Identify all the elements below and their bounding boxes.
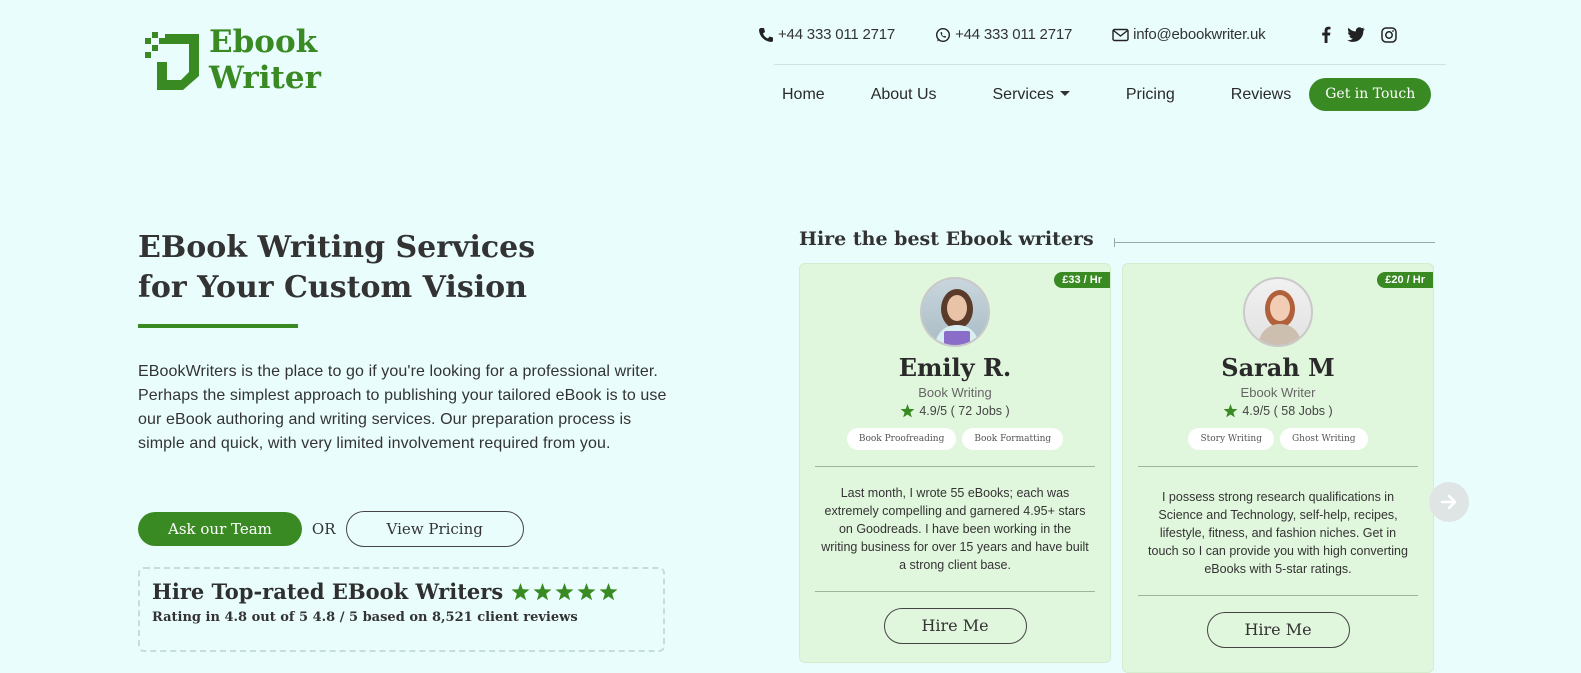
- nav-pricing[interactable]: Pricing: [1126, 86, 1175, 104]
- skill-tag: Book Proofreading: [846, 428, 957, 450]
- hero-title-line2: for Your Custom Vision: [138, 270, 527, 305]
- writer-role: Ebook Writer: [1240, 385, 1316, 400]
- phone-icon: [759, 27, 773, 42]
- writers-heading: Hire the best Ebook writers: [799, 228, 1094, 250]
- writer-name: Sarah M: [1221, 353, 1335, 382]
- rating-title: Hire Top-rated EBook Writers: [152, 579, 504, 604]
- writer-name: Emily R.: [898, 353, 1012, 382]
- writer-rating-text: 4.9/5 ( 72 Jobs ): [919, 404, 1010, 418]
- ask-our-team-button[interactable]: Ask our Team: [138, 512, 302, 546]
- hero-title-line1: EBook Writing Services: [138, 230, 536, 265]
- hero-title: EBook Writing Services for Your Custom V…: [138, 228, 535, 308]
- arrow-right-icon: [1440, 494, 1457, 510]
- writer-bio: Last month, I wrote 55 eBooks; each was …: [821, 486, 1089, 572]
- card-divider: [815, 591, 1095, 592]
- header-divider: [774, 64, 1446, 65]
- instagram-icon[interactable]: [1381, 26, 1398, 43]
- star-icon: [900, 404, 915, 418]
- whatsapp-link[interactable]: +44 333 011 2717: [935, 26, 1072, 43]
- writer-rating: 4.9/5 ( 72 Jobs ): [800, 404, 1110, 418]
- brand-line1: Ebook: [209, 24, 318, 60]
- avatar: [1243, 277, 1313, 347]
- title-underline: [138, 324, 298, 328]
- writer-bio: I possess strong research qualifications…: [1148, 490, 1408, 576]
- hire-me-button[interactable]: Hire Me: [883, 608, 1027, 644]
- brand-line2: Writer: [209, 60, 321, 96]
- star-icon: [533, 582, 552, 600]
- card-divider: [1138, 466, 1418, 467]
- main-nav: Home About Us Services Pricing Reviews G…: [782, 78, 1432, 111]
- writers-divider: [1114, 238, 1435, 247]
- logo-icon: [143, 28, 203, 92]
- writer-card: £20 / Hr Sarah M Ebook Writer 4.9/5 ( 58…: [1122, 263, 1434, 673]
- writer-rating: 4.9/5 ( 58 Jobs ): [1123, 404, 1433, 418]
- contact-bar: +44 333 011 2717 +44 333 011 2717 info@e…: [758, 26, 1398, 43]
- get-in-touch-button[interactable]: Get in Touch: [1309, 78, 1432, 111]
- phone-link[interactable]: +44 333 011 2717: [758, 26, 895, 43]
- hero-cta-row: Ask our Team OR View Pricing: [138, 511, 524, 547]
- whatsapp-icon: [936, 27, 951, 42]
- hire-me-button[interactable]: Hire Me: [1206, 612, 1350, 648]
- rating-stars: [511, 582, 618, 601]
- twitter-icon[interactable]: [1347, 27, 1365, 42]
- nav-home[interactable]: Home: [782, 86, 825, 104]
- price-badge: £33 / Hr: [1054, 272, 1110, 288]
- skill-tag: Ghost Writing: [1279, 428, 1368, 450]
- card-divider: [1138, 595, 1418, 596]
- star-icon: [577, 582, 596, 600]
- carousel-next-button[interactable]: [1429, 482, 1469, 522]
- nav-reviews[interactable]: Reviews: [1231, 86, 1291, 104]
- writer-role: Book Writing: [918, 385, 992, 400]
- skill-tags: Story Writing Ghost Writing: [1123, 428, 1433, 450]
- caret-down-icon: [1059, 91, 1070, 96]
- phone-number: +44 333 011 2717: [778, 26, 896, 43]
- price-badge: £20 / Hr: [1377, 272, 1433, 288]
- rating-subtitle: Rating in 4.8 out of 5 4.8 / 5 based on …: [152, 610, 578, 625]
- envelope-icon: [1112, 28, 1129, 41]
- or-separator: OR: [311, 520, 336, 538]
- writer-card: £33 / Hr Emily R. Book Writing 4.9/5 ( 7…: [799, 263, 1111, 663]
- nav-services-label: Services: [992, 85, 1054, 103]
- rating-box: Hire Top-rated EBook Writers Rating in 4…: [138, 567, 665, 652]
- star-icon: [1223, 404, 1238, 418]
- view-pricing-button[interactable]: View Pricing: [345, 511, 524, 547]
- email-address: info@ebookwriter.uk: [1133, 26, 1266, 43]
- card-divider: [815, 466, 1095, 467]
- brand-logo[interactable]: Ebook Writer: [143, 24, 321, 96]
- star-icon: [599, 582, 618, 600]
- skill-tag: Story Writing: [1188, 428, 1274, 450]
- skill-tag: Book Formatting: [962, 428, 1064, 450]
- nav-services[interactable]: Services: [993, 86, 1070, 104]
- email-link[interactable]: info@ebookwriter.uk: [1112, 26, 1266, 43]
- skill-tags: Book Proofreading Book Formatting: [800, 428, 1110, 450]
- whatsapp-number: +44 333 011 2717: [955, 26, 1073, 43]
- facebook-icon[interactable]: [1321, 26, 1331, 43]
- social-links: [1321, 26, 1398, 43]
- hero-description: EBookWriters is the place to go if you'r…: [138, 363, 667, 452]
- writer-rating-text: 4.9/5 ( 58 Jobs ): [1242, 404, 1333, 418]
- nav-about-us[interactable]: About Us: [871, 86, 937, 104]
- star-icon: [511, 582, 530, 600]
- star-icon: [555, 582, 574, 600]
- avatar: [920, 277, 990, 347]
